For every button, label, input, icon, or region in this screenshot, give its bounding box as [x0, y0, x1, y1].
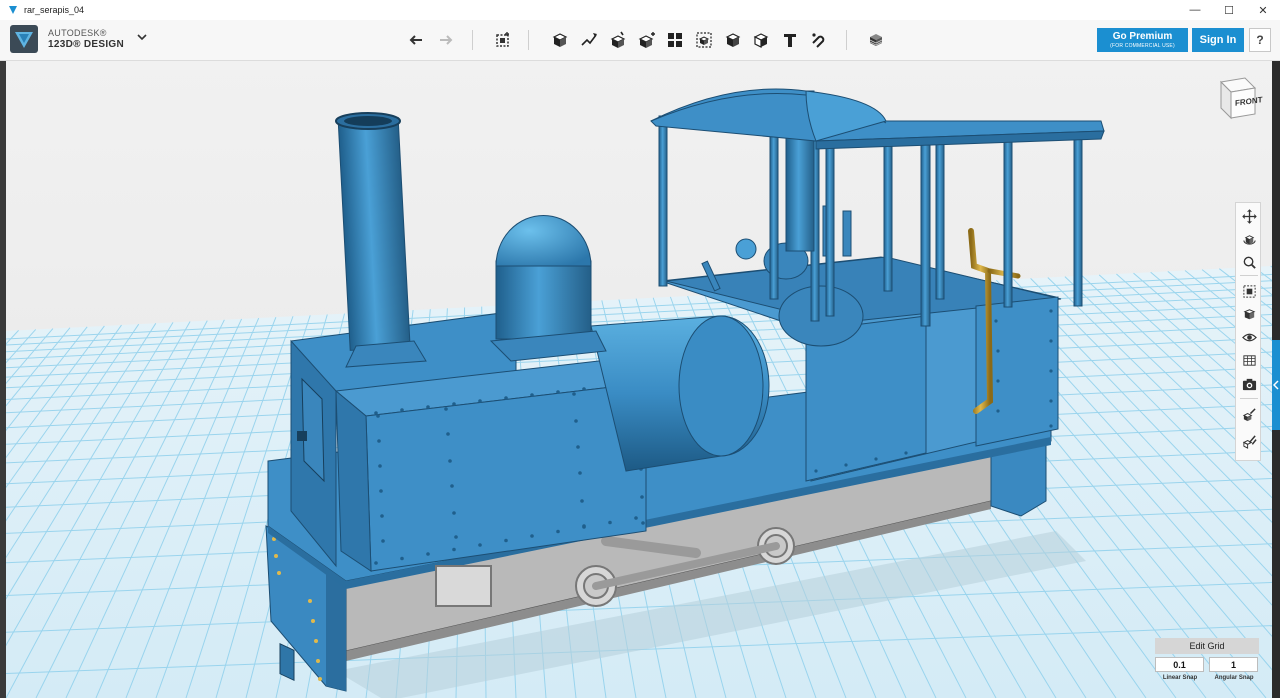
visibility-button[interactable]	[1239, 327, 1259, 347]
go-premium-button[interactable]: Go Premium (FOR COMMERCIAL USE)	[1097, 28, 1188, 52]
materials-button[interactable]	[1239, 350, 1259, 370]
brand-product: 123D® DESIGN	[48, 39, 124, 50]
brand-company: AUTODESK®	[48, 28, 107, 38]
sketch-button[interactable]	[578, 29, 600, 51]
construct-button[interactable]	[607, 29, 629, 51]
orbit-icon	[1242, 234, 1256, 245]
nav-separator	[1240, 398, 1258, 399]
modify-button[interactable]	[636, 29, 658, 51]
window-title: rar_serapis_04	[24, 5, 85, 15]
measure-button[interactable]	[750, 29, 772, 51]
pan-button[interactable]	[1239, 206, 1259, 226]
screenshot-button[interactable]	[1239, 374, 1259, 394]
autodesk-123d-logo-icon	[10, 25, 38, 53]
transform-icon	[496, 32, 509, 47]
fit-button[interactable]	[1239, 281, 1259, 301]
modify-icon	[638, 32, 655, 48]
go-premium-label: Go Premium	[1112, 31, 1173, 42]
maximize-button[interactable]: ☐	[1212, 0, 1246, 20]
group-icon	[696, 32, 712, 48]
edit-multi-button[interactable]	[1239, 431, 1259, 451]
angular-snap-label: Angular Snap	[1214, 675, 1254, 681]
navigation-bar	[1235, 202, 1261, 461]
redo-icon	[440, 35, 453, 45]
toolbar-separator	[472, 30, 473, 50]
group-button[interactable]	[693, 29, 715, 51]
grid-panel: Edit Grid 0.1 1 Linear Snap Angular Snap	[1155, 638, 1259, 686]
views-icon	[1243, 308, 1255, 319]
linear-snap-input[interactable]: 0.1	[1155, 657, 1204, 672]
edit-button[interactable]	[1239, 404, 1259, 424]
app-menu[interactable]: AUTODESK® 123D® DESIGN	[10, 25, 124, 53]
edit-grid-button[interactable]: Edit Grid	[1155, 638, 1259, 654]
linear-snap-label: Linear Snap	[1162, 675, 1198, 681]
undo-icon	[409, 35, 422, 45]
snap-icon	[812, 33, 825, 48]
materials-icon	[1242, 354, 1256, 366]
chevron-down-icon[interactable]	[136, 31, 148, 43]
3d-viewport[interactable]: FRONT	[6, 61, 1272, 698]
camera-icon	[1242, 378, 1256, 390]
text-button[interactable]	[779, 29, 801, 51]
edit-icon	[1242, 407, 1256, 421]
sketch-icon	[581, 33, 597, 46]
redo-button[interactable]	[434, 29, 456, 51]
app-window: rar_serapis_04 — ☐ ✕ AUTODESK® 123D® DES…	[0, 0, 1280, 698]
chevron-left-icon[interactable]	[1273, 380, 1279, 390]
snap-button[interactable]	[807, 29, 829, 51]
toolbar-separator	[528, 30, 529, 50]
construct-icon	[610, 31, 626, 48]
transform-button[interactable]	[492, 29, 514, 51]
primitives-button[interactable]	[549, 29, 571, 51]
pattern-icon	[668, 33, 682, 47]
help-button[interactable]: ?	[1249, 28, 1271, 52]
sign-in-button[interactable]: Sign In	[1192, 28, 1244, 52]
measure-icon	[753, 33, 769, 48]
nav-separator	[1240, 275, 1258, 276]
combine-icon	[725, 33, 741, 47]
combine-button[interactable]	[722, 29, 744, 51]
app-toolbar: AUTODESK® 123D® DESIGN Go Premium (FOR C…	[0, 20, 1280, 61]
text-icon	[784, 34, 796, 47]
3d-scene[interactable]	[6, 61, 1272, 698]
material-button[interactable]	[865, 29, 887, 51]
zoom-button[interactable]	[1239, 252, 1259, 272]
pan-icon	[1241, 208, 1257, 224]
edit-multi-icon	[1242, 434, 1257, 449]
angular-snap-input[interactable]: 1	[1209, 657, 1258, 672]
app-icon	[9, 6, 17, 14]
zoom-icon	[1243, 256, 1256, 269]
views-button[interactable]	[1239, 304, 1259, 324]
go-premium-sublabel: (FOR COMMERCIAL USE)	[1110, 43, 1175, 49]
visibility-icon	[1241, 333, 1257, 341]
undo-button[interactable]	[406, 29, 428, 51]
minimize-button[interactable]: —	[1178, 0, 1212, 20]
material-icon	[869, 34, 883, 46]
close-button[interactable]: ✕	[1246, 0, 1280, 20]
fit-icon	[1242, 284, 1256, 298]
orbit-button[interactable]	[1239, 229, 1259, 249]
primitives-icon	[552, 33, 568, 47]
os-titlebar: rar_serapis_04 — ☐ ✕	[0, 0, 1280, 21]
pattern-button[interactable]	[664, 29, 686, 51]
toolbar-separator	[846, 30, 847, 50]
